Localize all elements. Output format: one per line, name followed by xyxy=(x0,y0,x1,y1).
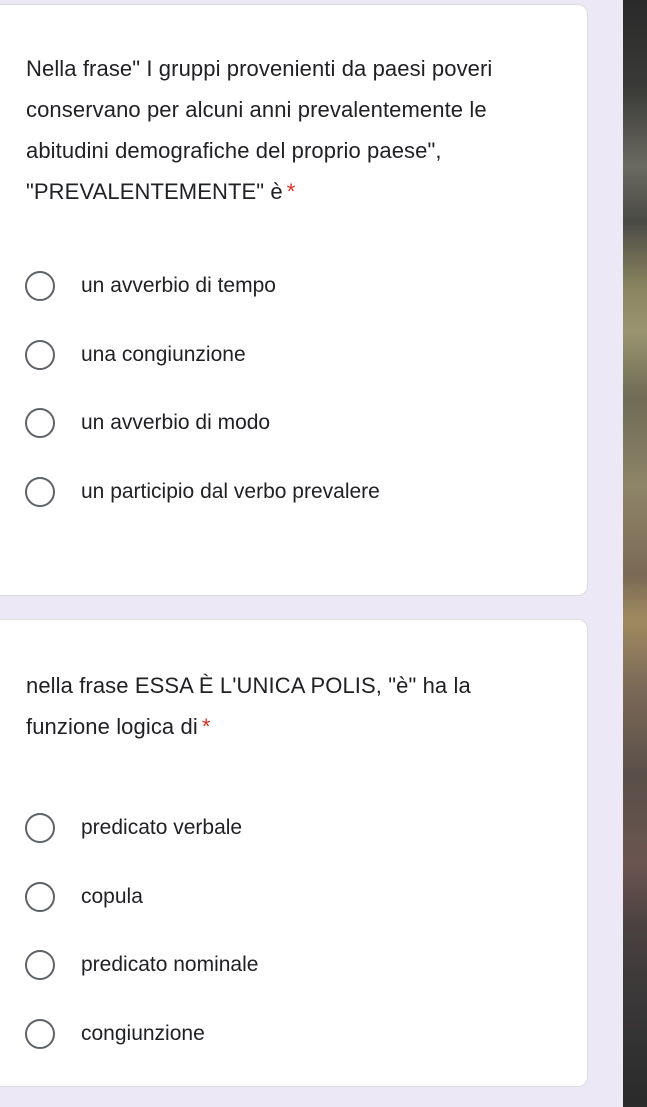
option-label: un avverbio di modo xyxy=(81,411,271,435)
option-label: congiunzione xyxy=(81,1021,205,1045)
radio-option[interactable]: un avverbio di tempo xyxy=(0,252,587,321)
radio-option[interactable]: un avverbio di modo xyxy=(0,389,587,458)
radio-button[interactable] xyxy=(25,950,55,981)
radio-option[interactable]: copula xyxy=(0,863,587,932)
required-asterisk: * xyxy=(201,714,211,739)
radio-option[interactable]: predicato nominale xyxy=(0,931,587,1000)
option-label: copula xyxy=(81,884,143,908)
radio-group: predicato verbale copula predicato nomin… xyxy=(0,794,587,1068)
radio-button[interactable] xyxy=(25,408,55,439)
radio-button[interactable] xyxy=(25,813,55,844)
radio-option[interactable]: un participio dal verbo prevalere xyxy=(0,458,587,527)
radio-button[interactable] xyxy=(25,476,55,507)
option-label: una congiunzione xyxy=(81,342,246,366)
option-label: un participio dal verbo prevalere xyxy=(81,479,380,503)
required-asterisk: * xyxy=(286,179,296,204)
option-label: predicato verbale xyxy=(81,816,243,840)
radio-option[interactable]: una congiunzione xyxy=(0,321,587,390)
question-text: Nella frase" I gruppi provenienti da pae… xyxy=(26,56,493,204)
radio-button[interactable] xyxy=(25,1018,55,1049)
radio-button[interactable] xyxy=(25,881,55,912)
question-card-2: nella frase ESSA È L'UNICA POLIS, "è" ha… xyxy=(0,619,588,1087)
question-title: Nella frase" I gruppi provenienti da pae… xyxy=(0,5,587,212)
background-photo-edge xyxy=(623,0,647,1107)
radio-button[interactable] xyxy=(25,271,55,302)
radio-option[interactable]: congiunzione xyxy=(0,1000,587,1069)
option-label: un avverbio di tempo xyxy=(81,274,276,298)
radio-group: un avverbio di tempo una congiunzione un… xyxy=(0,252,587,526)
question-card-1: Nella frase" I gruppi provenienti da pae… xyxy=(0,4,588,596)
radio-option[interactable]: predicato verbale xyxy=(0,794,587,863)
question-title: nella frase ESSA È L'UNICA POLIS, "è" ha… xyxy=(0,620,587,747)
form-page: Nella frase" I gruppi provenienti da pae… xyxy=(0,0,647,1107)
question-text: nella frase ESSA È L'UNICA POLIS, "è" ha… xyxy=(26,673,471,739)
radio-button[interactable] xyxy=(25,339,55,370)
option-label: predicato nominale xyxy=(81,953,259,977)
